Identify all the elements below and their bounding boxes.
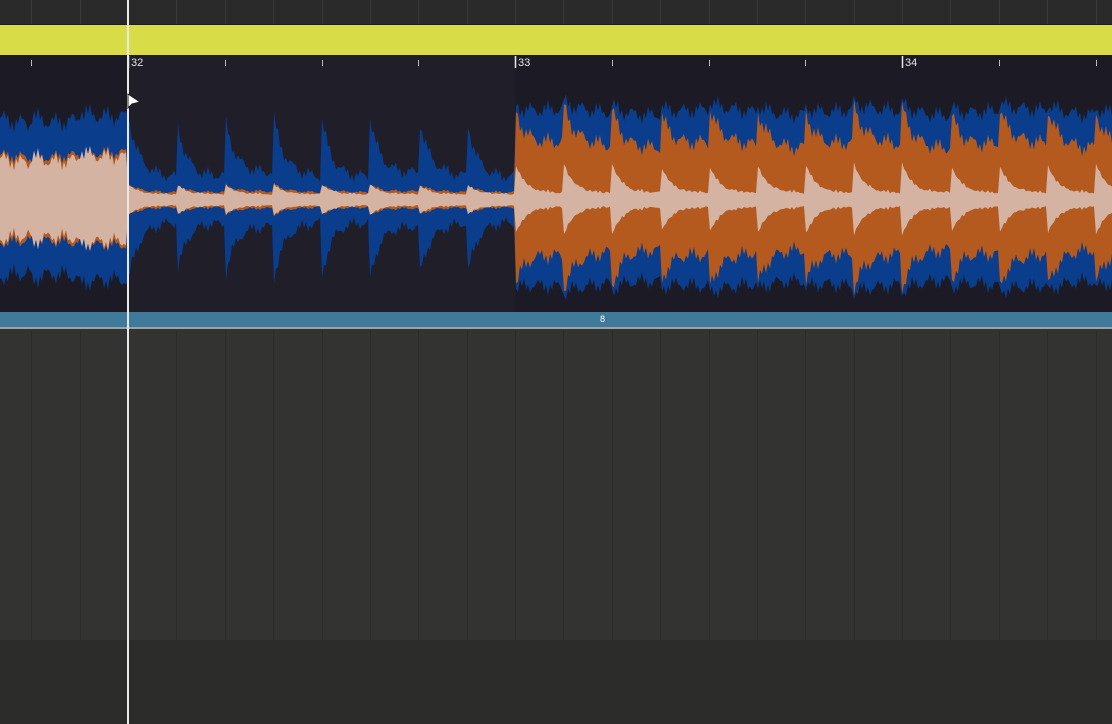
waveform-display [0,94,1112,301]
loop-region-divider [0,327,1112,329]
bar-marker-32: 32 [131,57,144,69]
bar-marker-34: 34 [905,57,918,69]
arrangement-view[interactable]: 32 33 34 8 [0,0,1112,724]
mouse-pointer-icon [127,93,142,110]
loop-region-label: 8 [600,314,606,324]
bar-marker-33: 33 [518,57,531,69]
loop-region-bar[interactable] [0,312,1112,327]
